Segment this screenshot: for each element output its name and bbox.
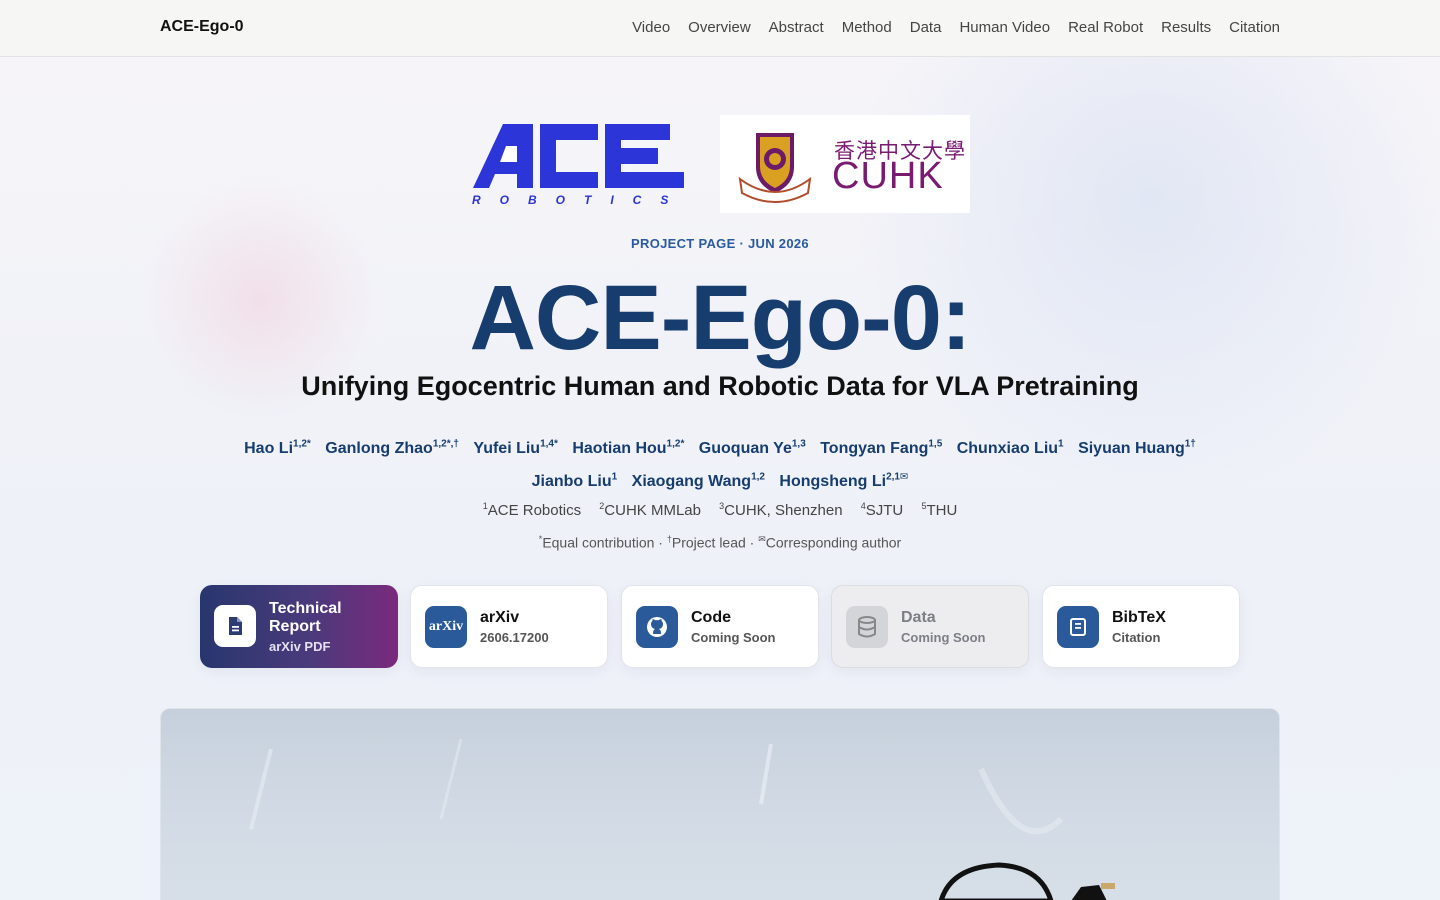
quote-book-icon [1057,606,1099,648]
cuhk-logo: 香港中文大學 CUHK [720,115,970,213]
technical-report-button[interactable]: Technical Report arXiv PDF [200,585,398,668]
button-label: BibTeX [1112,609,1166,626]
affiliation-item: 4SJTU [860,501,904,519]
nav-link-video[interactable]: Video [632,19,670,36]
nav-link-human-video[interactable]: Human Video [959,19,1050,36]
button-sublabel: arXiv PDF [269,639,331,654]
author-item[interactable]: Hongsheng Li2,1✉ [779,471,908,489]
author-item[interactable]: Tongyan Fang1,5 [820,439,942,457]
affiliation-item: 1ACE Robotics [482,501,582,519]
nav-link-citation[interactable]: Citation [1229,19,1280,36]
button-sublabel: Citation [1112,630,1161,645]
author-item[interactable]: Hao Li1,2* [244,439,311,457]
author-item[interactable]: Siyuan Huang1† [1078,439,1196,457]
nav-link-data[interactable]: Data [910,19,942,36]
teaser-video[interactable] [160,708,1280,900]
button-label: Data [901,609,936,626]
button-label: Code [691,609,731,626]
author-item[interactable]: Haotian Hou1,2* [572,439,684,457]
github-icon [636,606,678,648]
author-item[interactable]: Xiaogang Wang1,2 [632,471,765,489]
nav-link-method[interactable]: Method [842,19,892,36]
arxiv-icon: arXiv [425,606,467,648]
button-sublabel: Coming Soon [691,630,776,645]
author-item[interactable]: Yufei Liu1,4* [473,439,557,457]
data-button[interactable]: Data Coming Soon [831,585,1029,668]
affiliation-item: 2CUHK MMLab [599,501,701,519]
video-frame-scene [249,738,1115,900]
nav-brand[interactable]: ACE-Ego-0 [160,18,244,36]
author-list: Hao Li1,2* Ganlong Zhao1,2*,† Yufei Liu1… [220,431,1220,496]
author-item[interactable]: Chunxiao Liu1 [957,439,1064,457]
bibtex-button[interactable]: BibTeX Citation [1042,585,1240,668]
affiliation-item: 3CUHK, Shenzhen [719,501,843,519]
page-subtitle: Unifying Egocentric Human and Robotic Da… [301,371,1139,401]
contribution-notes: *Equal contribution · †Project lead · ✉C… [538,534,902,551]
arxiv-button[interactable]: arXiv arXiv 2606.17200 [410,585,608,668]
database-icon [846,606,888,648]
document-icon [214,605,256,647]
affiliation-item: 5THU [921,501,958,519]
button-sublabel: 2606.17200 [480,630,549,645]
page-title: ACE-Ego-0: [469,267,971,369]
top-navbar: ACE-Ego-0 Video Overview Abstract Method… [0,0,1440,57]
ace-robotics-logo: ROBOTICS [472,124,687,207]
nav-link-abstract[interactable]: Abstract [769,19,824,36]
cuhk-english-name: CUHK [832,155,944,197]
cuhk-crest-icon [738,133,812,203]
code-button[interactable]: Code Coming Soon [621,585,819,668]
author-item[interactable]: Jianbo Liu1 [532,471,618,489]
button-sublabel: Coming Soon [901,630,986,645]
button-label: arXiv [480,609,520,626]
svg-text:ROBOTICS: ROBOTICS [472,193,687,207]
nav-link-overview[interactable]: Overview [688,19,751,36]
affiliation-list: 1ACE Robotics 2CUHK MMLab 3CUHK, Shenzhe… [0,501,1440,519]
button-label: Technical Report [269,600,342,635]
project-eyebrow: PROJECT PAGE · JUN 2026 [631,236,809,251]
author-item[interactable]: Guoquan Ye1,3 [699,439,806,457]
nav-link-real-robot[interactable]: Real Robot [1068,19,1143,36]
nav-links: Video Overview Abstract Method Data Huma… [632,19,1280,36]
nav-link-results[interactable]: Results [1161,19,1211,36]
author-item[interactable]: Ganlong Zhao1,2*,† [325,439,459,457]
